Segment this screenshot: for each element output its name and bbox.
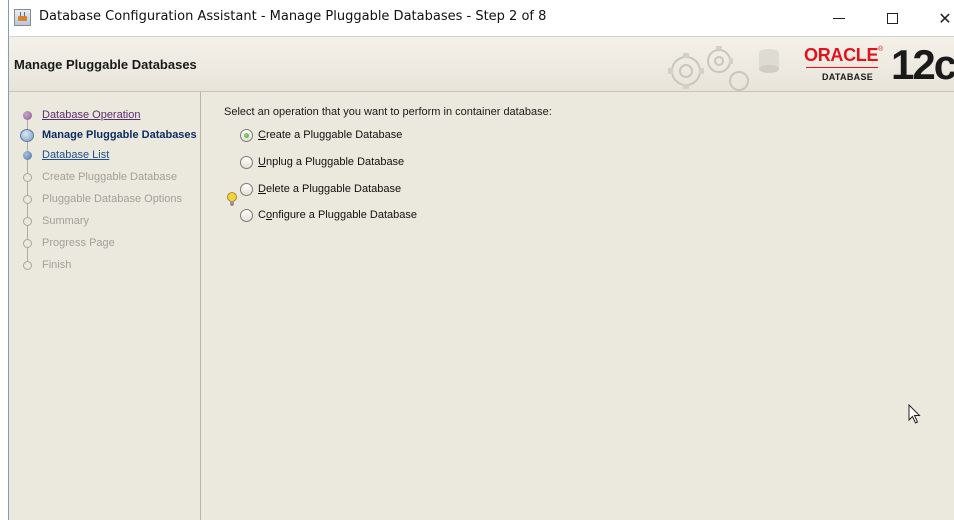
step-label: Database List xyxy=(42,149,110,161)
radio-button[interactable] xyxy=(240,155,253,169)
option-unplug-pdb[interactable]: Unplug a Pluggable Database xyxy=(240,153,404,171)
title-bar[interactable]: Database Configuration Assistant - Manag… xyxy=(9,0,954,36)
maximize-icon xyxy=(886,12,898,24)
close-icon: ✕ xyxy=(938,8,952,28)
dbca-window: Database Configuration Assistant - Manag… xyxy=(8,0,954,520)
step-link-icon xyxy=(23,151,32,160)
step-label: Pluggable Database Options xyxy=(42,193,183,205)
step-summary: Summary xyxy=(9,212,201,232)
close-button[interactable]: ✕ xyxy=(925,6,954,30)
version-badge: 12c xyxy=(891,41,954,88)
minimize-button[interactable] xyxy=(819,6,859,30)
main-panel: Select an operation that you want to per… xyxy=(202,92,954,520)
step-manage-pluggable-databases[interactable]: Manage Pluggable Databases xyxy=(9,126,201,146)
step-pending-icon xyxy=(23,195,32,204)
instruction-text: Select an operation that you want to per… xyxy=(224,106,552,118)
page-title: Manage Pluggable Databases xyxy=(14,57,197,72)
step-pending-icon xyxy=(23,261,32,270)
option-configure-pdb[interactable]: Configure a Pluggable Database xyxy=(240,206,417,224)
step-label: Manage Pluggable Databases xyxy=(42,129,197,141)
step-label: Progress Page xyxy=(42,237,115,249)
step-pending-icon xyxy=(23,217,32,226)
step-database-operation[interactable]: Database Operation xyxy=(9,106,201,126)
steps-sidebar: Database Operation Manage Pluggable Data… xyxy=(9,92,201,520)
mouse-pointer-icon xyxy=(908,404,921,424)
radio-button[interactable] xyxy=(240,182,253,196)
oracle-wordmark: ORACLE xyxy=(804,45,879,65)
java-app-icon xyxy=(14,9,31,26)
step-pending-icon xyxy=(23,173,32,182)
window-title: Database Configuration Assistant - Manag… xyxy=(39,9,547,24)
oracle-database-label: DATABASE xyxy=(822,72,874,82)
step-current-icon xyxy=(20,129,34,142)
lightbulb-hint-icon xyxy=(227,192,237,206)
step-pending-icon xyxy=(23,239,32,248)
step-progress-page: Progress Page xyxy=(9,234,201,254)
step-database-list[interactable]: Database List xyxy=(9,146,201,166)
registered-mark: ® xyxy=(878,46,884,53)
option-delete-pdb[interactable]: Delete a Pluggable Database xyxy=(240,180,401,198)
option-create-pdb[interactable]: Create a Pluggable Database xyxy=(240,126,402,144)
step-pluggable-database-options: Pluggable Database Options xyxy=(9,190,201,210)
minimize-icon xyxy=(833,17,845,19)
option-label: Configure a Pluggable Database xyxy=(258,209,418,221)
step-finish: Finish xyxy=(9,256,201,276)
option-label: Unplug a Pluggable Database xyxy=(258,156,405,168)
logo-underline xyxy=(806,67,878,68)
step-label: Database Operation xyxy=(42,109,141,121)
step-label: Summary xyxy=(42,215,90,227)
radio-button[interactable] xyxy=(240,128,253,142)
gears-graphic-icon xyxy=(668,46,779,91)
option-label: Create a Pluggable Database xyxy=(258,129,403,141)
radio-button[interactable] xyxy=(240,208,253,222)
maximize-button[interactable] xyxy=(872,6,912,30)
option-label: Delete a Pluggable Database xyxy=(258,183,402,195)
oracle-logo: ORACLE ® DATABASE xyxy=(804,45,884,89)
step-label: Create Pluggable Database xyxy=(42,171,178,183)
step-label: Finish xyxy=(42,259,72,271)
step-create-pluggable-database: Create Pluggable Database xyxy=(9,168,201,188)
page-header: Manage Pluggable Databases ORACLE ® DATA… xyxy=(9,36,954,92)
wizard-content: Database Operation Manage Pluggable Data… xyxy=(9,92,954,520)
step-done-icon xyxy=(23,111,32,120)
